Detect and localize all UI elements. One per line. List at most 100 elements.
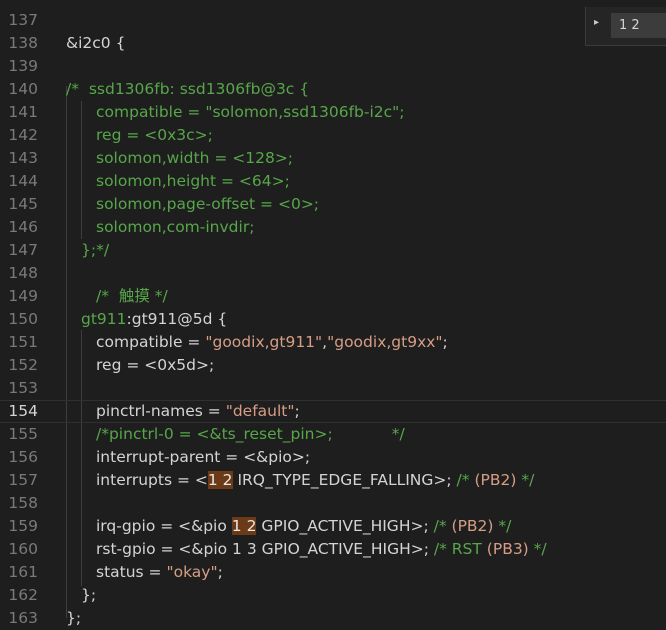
code-line[interactable]: 155 /*pinctrl-0 = <&ts_reset_pin>; */ bbox=[0, 423, 666, 446]
line-number: 148 bbox=[8, 264, 38, 282]
line-number: 155 bbox=[8, 425, 38, 443]
code-token: }; bbox=[66, 609, 82, 627]
code-text: gt911:gt911@5d { bbox=[81, 308, 227, 331]
code-token: /* ssd1306fb: ssd1306fb@3c { bbox=[66, 80, 310, 98]
line-number: 150 bbox=[8, 310, 38, 328]
code-token: :gt911@5d { bbox=[126, 310, 228, 328]
find-input[interactable] bbox=[611, 13, 666, 38]
code-line[interactable]: 157 interrupts = <1 2 IRQ_TYPE_EDGE_FALLI… bbox=[0, 469, 666, 492]
code-line[interactable]: 146 solomon,com-invdir; bbox=[0, 216, 666, 239]
code-line[interactable]: 140 /* ssd1306fb: ssd1306fb@3c { bbox=[0, 78, 666, 101]
code-line[interactable]: 160 rst-gpio = <&pio 1 3 GPIO_ACTIVE_HIGH… bbox=[0, 538, 666, 561]
code-line[interactable]: 143 solomon,width = <128>; bbox=[0, 147, 666, 170]
line-number: 161 bbox=[8, 563, 38, 581]
line-number: 151 bbox=[8, 333, 38, 351]
line-number: 147 bbox=[8, 241, 38, 259]
code-token: &i2c0 { bbox=[66, 34, 126, 52]
code-line[interactable]: 151 compatible = "goodix,gt911","goodix,g… bbox=[0, 331, 666, 354]
expand-replace-toggle-icon[interactable]: ▸ bbox=[594, 17, 599, 28]
code-token: pinctrl-names = bbox=[96, 402, 226, 420]
code-token: "okay" bbox=[166, 563, 218, 581]
code-line[interactable]: 150 gt911:gt911@5d { bbox=[0, 308, 666, 331]
code-token: */ bbox=[516, 471, 535, 489]
code-text: status = "okay"; bbox=[96, 561, 223, 584]
code-line[interactable]: 144 solomon,height = <64>; bbox=[0, 170, 666, 193]
code-text: solomon,width = <128>; bbox=[96, 147, 293, 170]
code-token: IRQ_TYPE_EDGE_FALLING>; bbox=[232, 471, 457, 489]
line-number: 137 bbox=[8, 11, 38, 29]
code-token: ; bbox=[294, 402, 300, 420]
code-line[interactable]: 162}; bbox=[0, 584, 666, 607]
code-token: solomon,height = <64>; bbox=[96, 172, 290, 190]
code-token: solomon,com-invdir; bbox=[96, 218, 255, 236]
code-line[interactable]: 153 bbox=[0, 377, 666, 400]
code-token: interrupt-parent = <&pio>; bbox=[96, 448, 311, 466]
code-line[interactable]: 145 solomon,page-offset = <0>; bbox=[0, 193, 666, 216]
code-token: */ bbox=[528, 540, 547, 558]
line-number: 149 bbox=[8, 287, 38, 305]
code-token: interrupts = < bbox=[96, 471, 208, 489]
code-text: interrupt-parent = <&pio>; bbox=[96, 446, 310, 469]
line-number: 158 bbox=[8, 494, 38, 512]
code-line[interactable]: 141 compatible = "solomon,ssd1306fb-i2c"; bbox=[0, 101, 666, 124]
code-token: */ bbox=[493, 517, 512, 535]
code-text: interrupts = <1 2 IRQ_TYPE_EDGE_FALLING>… bbox=[96, 469, 534, 492]
line-number: 163 bbox=[8, 609, 38, 627]
code-line[interactable]: 158 bbox=[0, 492, 666, 515]
code-token: /* bbox=[433, 517, 452, 535]
code-line[interactable]: 138 &i2c0 { bbox=[0, 32, 666, 55]
code-token: /* 触摸 */ bbox=[96, 287, 168, 305]
code-editor[interactable]: 137 138 &i2c0 {139 140 /* ssd1306fb: ssd1306… bbox=[0, 0, 666, 627]
search-match: 1 2 bbox=[207, 471, 233, 489]
line-number: 142 bbox=[8, 126, 38, 144]
code-token: (PB2) bbox=[451, 517, 494, 535]
line-number: 162 bbox=[8, 586, 38, 604]
code-line[interactable]: 137 bbox=[0, 9, 666, 32]
code-token: "goodix,gt911" bbox=[205, 333, 323, 351]
code-line[interactable]: 147 };*/ bbox=[0, 239, 666, 262]
code-line[interactable]: 156 interrupt-parent = <&pio>; bbox=[0, 446, 666, 469]
line-number: 160 bbox=[8, 540, 38, 558]
code-text: solomon,com-invdir; bbox=[96, 216, 254, 239]
code-token: };*/ bbox=[81, 241, 110, 259]
code-line[interactable]: 161 status = "okay"; bbox=[0, 561, 666, 584]
code-line[interactable]: 139 bbox=[0, 55, 666, 78]
code-text: compatible = "solomon,ssd1306fb-i2c"; bbox=[96, 101, 405, 124]
code-line[interactable]: 149 /* 触摸 */ bbox=[0, 285, 666, 308]
line-number: 154 bbox=[8, 402, 38, 420]
line-number: 144 bbox=[8, 172, 38, 190]
code-token: "default" bbox=[225, 402, 295, 420]
code-token: "goodix,gt9xx" bbox=[327, 333, 443, 351]
code-token: }; bbox=[81, 586, 97, 604]
code-token: solomon,width = <128>; bbox=[96, 149, 294, 167]
code-text: irq-gpio = <&pio 1 2 GPIO_ACTIVE_HIGH>; … bbox=[96, 515, 511, 538]
line-number: 138 bbox=[8, 34, 38, 52]
code-token: compatible = "solomon,ssd1306fb-i2c"; bbox=[96, 103, 405, 121]
line-number: 152 bbox=[8, 356, 38, 374]
code-token: reg = <0x5d>; bbox=[96, 356, 215, 374]
code-line[interactable]: 142 reg = <0x3c>; bbox=[0, 124, 666, 147]
code-text: /* 触摸 */ bbox=[96, 285, 168, 308]
code-text: };*/ bbox=[81, 239, 109, 262]
line-number: 145 bbox=[8, 195, 38, 213]
code-token: irq-gpio = <&pio bbox=[96, 517, 232, 535]
code-token: (PB2) bbox=[474, 471, 517, 489]
code-token: rst-gpio = <&pio 1 3 GPIO_ACTIVE_HIGH>; bbox=[96, 540, 434, 558]
code-token: solomon,page-offset = <0>; bbox=[96, 195, 320, 213]
code-text: /*pinctrl-0 = <&ts_reset_pin>; */ bbox=[96, 423, 405, 446]
code-token: reg = <0x3c>; bbox=[96, 126, 213, 144]
code-line[interactable]: 159 irq-gpio = <&pio 1 2 GPIO_ACTIVE_HIGH… bbox=[0, 515, 666, 538]
code-line[interactable]: 163}; bbox=[0, 607, 666, 630]
code-line[interactable]: 152 reg = <0x5d>; bbox=[0, 354, 666, 377]
code-text: }; bbox=[81, 584, 96, 607]
find-widget: ▸ bbox=[585, 7, 666, 46]
code-line[interactable]: 148 bbox=[0, 262, 666, 285]
code-text: /* ssd1306fb: ssd1306fb@3c { bbox=[66, 78, 309, 101]
code-line[interactable]: 154 pinctrl-names = "default"; bbox=[0, 400, 666, 423]
line-number: 159 bbox=[8, 517, 38, 535]
code-token: status = bbox=[96, 563, 167, 581]
code-token: ; bbox=[217, 563, 223, 581]
code-text: reg = <0x3c>; bbox=[96, 124, 213, 147]
code-token: (PB3) bbox=[486, 540, 529, 558]
code-text: }; bbox=[66, 607, 81, 630]
